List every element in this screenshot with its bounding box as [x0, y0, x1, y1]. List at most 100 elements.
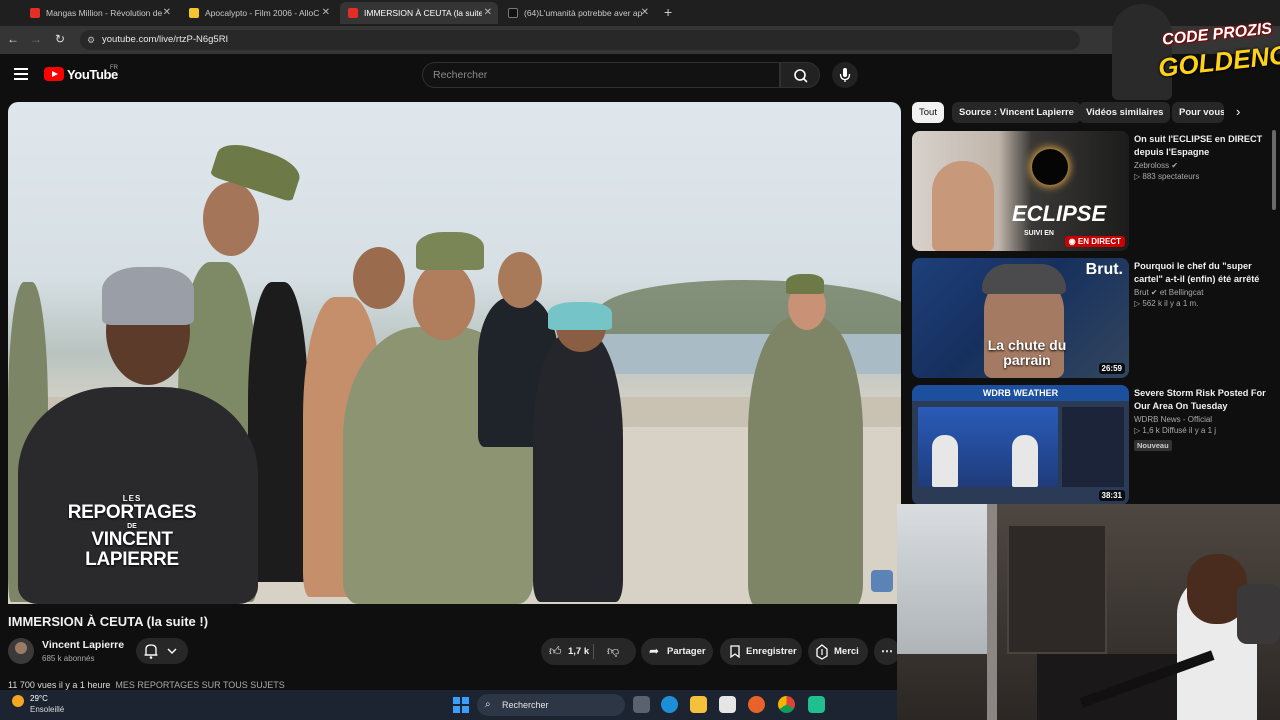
chip-for-you[interactable]: Pour vous	[1172, 102, 1224, 123]
stats-line: ▷ 1,6 k Diffusé il y a 1 j	[1134, 426, 1274, 435]
thanks-button[interactable]: Merci	[808, 638, 868, 665]
share-icon: ➦	[649, 644, 660, 658]
search-placeholder: Rechercher	[433, 69, 488, 81]
chevron-down-icon	[167, 648, 177, 654]
reload-icon[interactable]: ↻	[52, 32, 68, 46]
play-icon: ▷	[1134, 426, 1141, 435]
taskbar-search-input[interactable]: ⌕ Rechercher	[477, 694, 625, 716]
studio-panel	[1062, 407, 1124, 487]
video-thumbnail[interactable]: ECLIPSE SUIVI EN ◉ EN DIRECT	[912, 131, 1129, 251]
new-tab-icon[interactable]: +	[664, 4, 672, 20]
channel-name[interactable]: WDRB News - Official	[1134, 415, 1274, 424]
firefox-icon[interactable]	[748, 696, 765, 713]
person-figure	[533, 332, 623, 602]
thumbs-up-icon[interactable]: 👍︎	[549, 638, 562, 665]
forward-icon[interactable]: →	[28, 32, 44, 46]
microphone-icon	[839, 68, 851, 82]
chrome-icon[interactable]	[778, 696, 795, 713]
share-button[interactable]: ➦ Partager	[641, 638, 713, 665]
close-tab-icon[interactable]: ✕	[641, 7, 649, 18]
recommendation-card[interactable]: ECLIPSE SUIVI EN ◉ EN DIRECT On suit l'E…	[912, 131, 1272, 251]
close-tab-icon[interactable]: ✕	[322, 7, 330, 18]
save-button[interactable]: Enregistrer	[720, 638, 802, 665]
youtube-favicon-icon	[348, 8, 358, 18]
tab-apocalypto[interactable]: Apocalypto - Film 2006 - AlloC ✕	[181, 2, 336, 24]
close-tab-icon[interactable]: ✕	[163, 7, 171, 18]
chip-source[interactable]: Source : Vincent Lapierre	[952, 102, 1081, 123]
like-dislike-group: 👍︎ 1,7 k 👎︎	[541, 638, 636, 665]
video-thumbnail[interactable]: Brut. La chute du parrain 26:59	[912, 258, 1129, 378]
back-icon[interactable]: ←	[5, 32, 21, 46]
chip-all[interactable]: Tout	[912, 102, 944, 123]
logo-line: VINCENT LAPIERRE	[85, 529, 179, 570]
thumbs-down-icon[interactable]: 👎︎	[607, 638, 619, 665]
recommendation-title[interactable]: On suit l'ECLIPSE en DIRECT depuis l'Esp…	[1134, 133, 1274, 159]
channel-line[interactable]: Brut ✔ et Bellingcat	[1134, 288, 1274, 297]
app-icon[interactable]	[808, 696, 825, 713]
search-input[interactable]: Rechercher	[422, 62, 780, 88]
person-figure	[932, 161, 994, 251]
channel-name[interactable]: Vincent Lapierre	[42, 639, 124, 651]
voice-search-button[interactable]	[832, 62, 858, 88]
edge-icon[interactable]	[661, 696, 678, 713]
video-thumbnail[interactable]: WDRB WEATHER 38:31	[912, 385, 1129, 505]
window-frame	[987, 504, 997, 720]
recommendation-title[interactable]: Severe Storm Risk Posted For Our Area On…	[1134, 387, 1274, 413]
person-figure	[1012, 435, 1038, 487]
search-button[interactable]	[780, 62, 820, 88]
tab-tiktok[interactable]: (64)L'umanità potrebbe aver ap ✕	[500, 2, 655, 24]
bookmark-icon	[730, 645, 740, 659]
hat	[982, 264, 1066, 294]
file-explorer-icon[interactable]	[690, 696, 707, 713]
notifications-button[interactable]	[136, 638, 188, 664]
cap	[548, 302, 612, 330]
view-stats: 11 700 vues il y a 1 heure	[8, 680, 111, 690]
url-field[interactable]: ⚙ youtube.com/live/rtzP-N6g5RI	[80, 30, 1080, 50]
thumbnail-text: ECLIPSE	[1012, 201, 1107, 226]
recommendation-title[interactable]: Pourquoi le chef du "super cartel" a-t-i…	[1134, 260, 1274, 286]
thumbnail-text: La chute du parrain	[987, 337, 1067, 368]
youtube-logo-icon[interactable]	[44, 67, 64, 81]
windows-start-icon[interactable]	[453, 697, 469, 713]
verified-icon: ✔	[1171, 161, 1179, 170]
hamburger-menu-icon[interactable]	[14, 68, 28, 80]
person-head	[353, 247, 405, 309]
recommendation-card[interactable]: WDRB WEATHER 38:31 Severe Storm Risk Pos…	[912, 385, 1272, 505]
live-badge: ◉ EN DIRECT	[1064, 236, 1125, 247]
video-title: IMMERSION À CEUTA (la suite !)	[8, 614, 209, 629]
duration-badge: 38:31	[1098, 490, 1125, 501]
store-icon[interactable]	[719, 696, 736, 713]
like-count[interactable]: 1,7 k	[568, 638, 589, 665]
live-label: EN DIRECT	[1077, 237, 1121, 246]
duration-badge: 26:59	[1098, 363, 1125, 374]
weather-condition[interactable]: Ensoleillé	[30, 705, 64, 714]
thumbnail-subtext: SUIVI EN	[1024, 230, 1054, 237]
video-player[interactable]: LES REPORTAGES DE VINCENT LAPIERRE	[8, 102, 901, 604]
tab-mangas-million[interactable]: Mangas Million - Révolution de ✕	[22, 2, 177, 24]
avatar[interactable]	[8, 638, 34, 664]
site-info-icon[interactable]: ⚙	[87, 30, 95, 50]
stats-text: 1,6 k Diffusé il y a 1 j	[1142, 426, 1217, 435]
chevron-right-icon[interactable]: ›	[1236, 104, 1240, 119]
tab-immersion-ceuta[interactable]: IMMERSION À CEUTA (la suite !) ✕	[340, 2, 498, 24]
channel-extra: et Bellingcat	[1159, 288, 1204, 297]
task-view-icon[interactable]	[633, 696, 650, 713]
person-head	[203, 182, 259, 256]
youtube-favicon-icon	[30, 8, 40, 18]
stats-line: ▷ 562 k il y a 1 m.	[1134, 299, 1274, 308]
thumbnail-text: WDRB WEATHER	[912, 385, 1129, 401]
description-snippet[interactable]: 11 700 vues il y a 1 heure MES REPORTAGE…	[8, 680, 900, 690]
channel-line[interactable]: Zebroloss ✔	[1134, 161, 1274, 170]
close-tab-icon[interactable]: ✕	[484, 7, 492, 18]
super-thanks-icon	[816, 644, 828, 660]
weather-temperature[interactable]: 29°C	[30, 694, 48, 703]
share-label: Partager	[667, 646, 706, 657]
tab-title: IMMERSION À CEUTA (la suite !)	[364, 8, 482, 18]
scrollbar-thumb[interactable]	[1272, 130, 1276, 210]
search-icon: ⌕	[485, 699, 491, 710]
webcam-overlay	[897, 504, 1280, 720]
chip-similar[interactable]: Vidéos similaires	[1079, 102, 1171, 123]
cap	[102, 267, 194, 325]
recommendation-card[interactable]: Brut. La chute du parrain 26:59 Pourquoi…	[912, 258, 1272, 378]
description-link[interactable]: MES REPORTAGES SUR TOUS SUJETS	[115, 680, 284, 690]
